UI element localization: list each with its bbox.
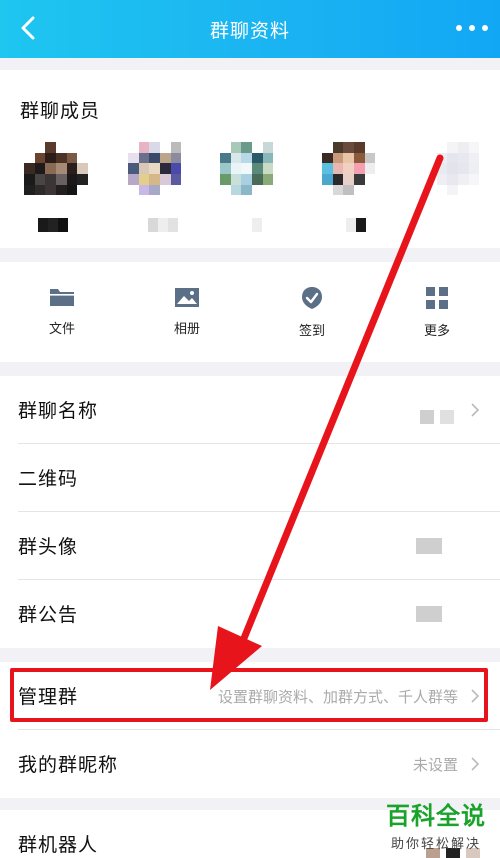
tool-label: 相册 (173, 322, 200, 337)
watermark: 百科全说 助你轻松解决 (386, 796, 486, 852)
row-group-name[interactable]: 群聊名称 (0, 376, 500, 444)
row-label: 二维码 (18, 468, 79, 490)
watermark-title: 百科全说 (386, 802, 486, 830)
tool-label: 文件 (48, 322, 75, 337)
row-qr-code[interactable]: 二维码 (0, 444, 500, 512)
member-name (38, 218, 68, 232)
tool-checkin[interactable]: 签到 (272, 286, 352, 339)
row-label: 群公告 (18, 604, 79, 626)
member-name (346, 218, 366, 232)
grid-icon (426, 287, 448, 309)
more-dots-icon[interactable] (456, 16, 488, 40)
member-name (252, 218, 262, 232)
member-avatar[interactable] (426, 142, 490, 206)
tools-section: 文件 相册 签到 更多 (0, 262, 500, 362)
chevron-right-icon (471, 403, 480, 417)
members-section: 群聊成员 (0, 70, 500, 248)
row-my-nickname[interactable]: 我的群昵称 未设置 (0, 730, 500, 798)
row-label: 群聊名称 (18, 400, 99, 422)
tool-album[interactable]: 相册 (147, 286, 227, 337)
member-avatar[interactable] (220, 142, 284, 206)
folder-icon (50, 289, 74, 306)
row-value: 未设置 (412, 756, 458, 774)
row-group-notice[interactable]: 群公告 (0, 580, 500, 648)
tool-label: 更多 (423, 324, 450, 339)
top-bar: 群聊资料 (0, 0, 500, 58)
chevron-right-icon (471, 757, 480, 771)
member-name (148, 218, 178, 232)
tool-more[interactable]: 更多 (397, 286, 477, 339)
member-avatar[interactable] (24, 142, 88, 206)
member-avatar[interactable] (128, 142, 192, 206)
blurred-value (416, 538, 442, 554)
tool-files[interactable]: 文件 (22, 286, 102, 337)
row-label: 群头像 (18, 536, 79, 558)
watermark-subtitle: 助你轻松解决 (390, 837, 481, 852)
row-group-avatar[interactable]: 群头像 (0, 512, 500, 580)
row-label: 群机器人 (18, 834, 99, 856)
row-label: 我的群昵称 (18, 754, 119, 776)
member-avatar[interactable] (322, 142, 386, 206)
blurred-value (420, 410, 454, 424)
blurred-value (416, 606, 442, 622)
highlight-box (10, 668, 488, 722)
members-label[interactable]: 群聊成员 (20, 96, 100, 123)
image-icon (175, 288, 199, 307)
check-badge-icon (302, 287, 322, 309)
tool-label: 签到 (298, 324, 325, 339)
page-title: 群聊资料 (209, 20, 290, 42)
